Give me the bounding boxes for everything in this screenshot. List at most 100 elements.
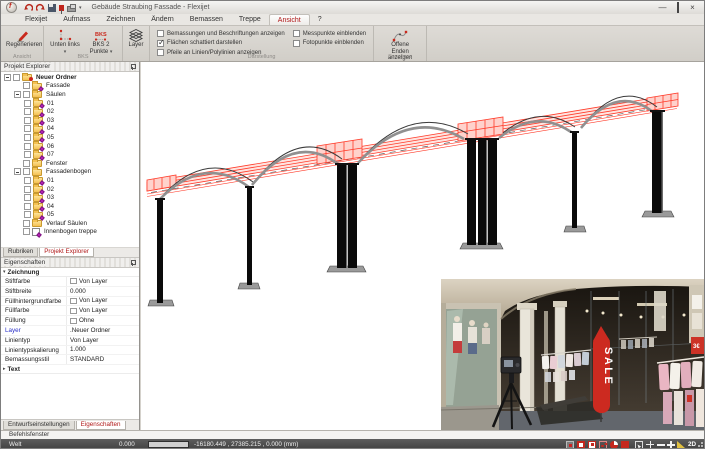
- tab-treppe[interactable]: Treppe: [231, 14, 269, 25]
- tab-projekt-explorer[interactable]: Projekt Explorer: [39, 248, 94, 257]
- tree-checkbox[interactable]: [24, 203, 31, 210]
- flexijet-pin-icon[interactable]: [59, 5, 64, 11]
- tree-item-bogen-03[interactable]: 03: [1, 193, 139, 202]
- collapse-icon[interactable]: [14, 168, 21, 175]
- tree-item-fenster[interactable]: Fenster: [1, 159, 139, 168]
- tree-item-verlauf-saeulen[interactable]: Verlauf Säulen: [1, 219, 139, 228]
- redo-icon[interactable]: [36, 3, 45, 12]
- tree-checkbox[interactable]: [24, 186, 31, 193]
- collapse-icon[interactable]: [14, 91, 21, 98]
- tree-checkbox[interactable]: [24, 108, 31, 115]
- resize-grip[interactable]: [696, 442, 703, 449]
- save-icon[interactable]: [48, 4, 56, 12]
- color-swatch[interactable]: [70, 278, 77, 284]
- status-icon-3[interactable]: [588, 441, 596, 449]
- color-swatch[interactable]: [70, 308, 77, 314]
- tab-rubriken[interactable]: Rubriken: [3, 248, 38, 257]
- tree-item-fassadenbogen[interactable]: Fassadenbogen: [1, 168, 139, 177]
- command-input[interactable]: [148, 441, 189, 448]
- qat-customize-icon[interactable]: ▾: [79, 5, 82, 11]
- tree-item-bogen-02[interactable]: 02: [1, 185, 139, 194]
- minimize-button[interactable]: —: [655, 3, 670, 13]
- status-icon-1[interactable]: [566, 441, 574, 449]
- tab-zeichnen[interactable]: Zeichnen: [98, 14, 143, 25]
- photo-inset[interactable]: 3€: [441, 279, 704, 430]
- bks-unten-links-button[interactable]: Unten links ▾: [47, 27, 83, 56]
- tree-item-saeule-06[interactable]: 06: [1, 142, 139, 151]
- property-group-text[interactable]: ▸Text: [1, 365, 139, 374]
- layer-button[interactable]: Layer: [126, 27, 146, 50]
- project-tree: Neuer Ordner Fassade Säulen 01 02 03 04 …: [1, 72, 139, 248]
- collapse-icon[interactable]: [4, 74, 11, 81]
- tree-item-neuer-ordner[interactable]: Neuer Ordner: [1, 73, 139, 82]
- status-icon-6[interactable]: [621, 441, 629, 449]
- color-swatch[interactable]: [70, 318, 77, 324]
- app-icon[interactable]: f: [6, 2, 17, 13]
- tab-aufmass[interactable]: Aufmass: [55, 14, 98, 25]
- tree-item-bogen-04[interactable]: 04: [1, 202, 139, 211]
- tab-ansicht[interactable]: Ansicht: [269, 14, 310, 25]
- tree-checkbox[interactable]: [24, 143, 31, 150]
- undo-icon[interactable]: [24, 3, 33, 12]
- select-mode-icon[interactable]: [635, 441, 643, 449]
- checkbox-flaechen-schattiert[interactable]: ✓ Flächen schattiert darstellen: [157, 40, 285, 47]
- tree-item-saeulen[interactable]: Säulen: [1, 90, 139, 99]
- tab-entwurfseinstellungen[interactable]: Entwurfseinstellungen: [3, 421, 75, 430]
- status-icon-2[interactable]: [577, 441, 585, 449]
- close-button[interactable]: ×: [685, 3, 700, 13]
- tree-checkbox[interactable]: [23, 168, 30, 175]
- tree-item-bogen-05[interactable]: 05: [1, 211, 139, 220]
- tree-checkbox[interactable]: [23, 220, 30, 227]
- tree-checkbox[interactable]: [24, 151, 31, 158]
- status-icon-4[interactable]: [599, 441, 607, 449]
- tree-checkbox[interactable]: [24, 194, 31, 201]
- tree-checkbox[interactable]: [24, 100, 31, 107]
- tree-checkbox[interactable]: [24, 117, 31, 124]
- pin-icon[interactable]: [130, 64, 135, 70]
- tree-item-innenbogen-treppe[interactable]: Innenbogen treppe: [1, 228, 139, 237]
- maximize-button[interactable]: [670, 3, 685, 13]
- drawing-viewport[interactable]: 3€: [141, 62, 705, 430]
- tree-checkbox[interactable]: [23, 228, 30, 235]
- zoom-out-button[interactable]: [657, 441, 665, 449]
- tree-item-saeule-02[interactable]: 02: [1, 107, 139, 116]
- left-dock: Projekt Explorer Neuer Ordner Fassade Sä…: [1, 62, 140, 430]
- checkbox-messpunkte[interactable]: ✓ Messpunkte einblenden: [293, 30, 366, 37]
- print-icon[interactable]: [67, 6, 76, 12]
- property-row-fuellung: FüllungOhne: [1, 316, 139, 326]
- tree-item-fassade[interactable]: Fassade: [1, 82, 139, 91]
- status-icon-5[interactable]: [610, 441, 618, 449]
- view-mode-2d[interactable]: 2D: [688, 441, 696, 448]
- tab-bemassen[interactable]: Bemassen: [182, 14, 231, 25]
- tree-checkbox[interactable]: [24, 177, 31, 184]
- pin-icon[interactable]: [130, 260, 135, 266]
- tab-flexijet[interactable]: Flexijet: [17, 14, 55, 25]
- tree-item-saeule-07[interactable]: 07: [1, 150, 139, 159]
- checkbox-bemassungen-anzeigen[interactable]: ✓ Bemassungen und Beschriftungen anzeige…: [157, 30, 285, 37]
- tree-item-saeule-01[interactable]: 01: [1, 99, 139, 108]
- bks-2-punkte-button[interactable]: BKS BKS 2 Punkte ▾: [83, 27, 119, 56]
- tree-checkbox[interactable]: [24, 134, 31, 141]
- tree-checkbox[interactable]: [24, 211, 31, 218]
- tree-item-saeule-03[interactable]: 03: [1, 116, 139, 125]
- tab-help[interactable]: ?: [310, 14, 330, 25]
- zoom-fit-icon[interactable]: [677, 441, 685, 448]
- tree-checkbox[interactable]: [24, 125, 31, 132]
- tree-item-saeule-04[interactable]: 04: [1, 125, 139, 134]
- tab-aendern[interactable]: Ändern: [143, 14, 182, 25]
- tree-checkbox[interactable]: [13, 74, 20, 81]
- tree-item-bogen-01[interactable]: 01: [1, 176, 139, 185]
- tree-checkbox[interactable]: [23, 91, 30, 98]
- tree-checkbox[interactable]: [23, 82, 30, 89]
- tree-checkbox[interactable]: [23, 160, 30, 167]
- drawing-folder-icon: [33, 100, 43, 107]
- zoom-in-button[interactable]: [667, 441, 675, 449]
- tab-eigenschaften[interactable]: Eigenschaften: [76, 421, 126, 430]
- command-window-bar[interactable]: Befehlsfenster: [1, 430, 704, 439]
- checkbox-fotopunkte[interactable]: ✓ Fotopunkte einblenden: [293, 40, 366, 47]
- tree-item-saeule-05[interactable]: 05: [1, 133, 139, 142]
- color-swatch[interactable]: [70, 298, 77, 304]
- property-group-zeichnung[interactable]: ▾Zeichnung: [1, 268, 139, 277]
- property-row-fuellhintergrundfarbe: FüllhintergrundfarbeVon Layer: [1, 297, 139, 307]
- regenerate-button[interactable]: Regenerieren: [4, 27, 40, 50]
